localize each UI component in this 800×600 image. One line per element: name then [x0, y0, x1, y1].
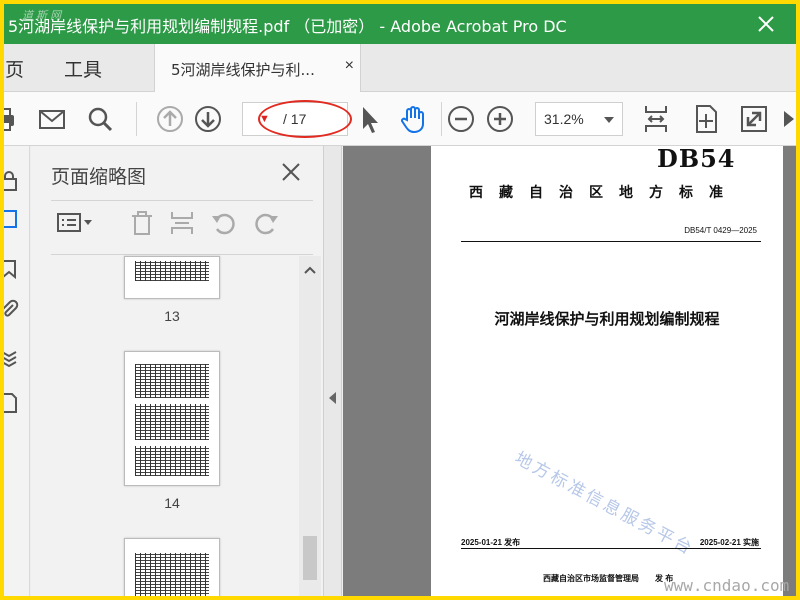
main-toolbar: ▼ / 17 31.2% — [4, 92, 796, 146]
fit-page-icon[interactable] — [640, 103, 672, 135]
thumbnail-scrollbar[interactable] — [299, 256, 321, 596]
page-thumbnail-13[interactable] — [124, 256, 220, 299]
bookmark-icon[interactable] — [4, 258, 20, 280]
previous-page-icon[interactable] — [154, 103, 186, 135]
document-page: DB54 西藏自治区地方标准 DB54/T 0429—2025 河湖岸线保护与利… — [431, 146, 783, 596]
window-title: 5河湖岸线保护与利用规划编制规程.pdf （已加密） - Adobe Acrob… — [8, 17, 567, 36]
tab-close-button[interactable]: × — [345, 57, 354, 75]
attachment-icon[interactable] — [4, 298, 20, 320]
annotation-highlight-oval — [258, 100, 352, 138]
select-cursor-icon[interactable] — [354, 103, 386, 135]
options-menu-icon[interactable] — [55, 208, 95, 238]
fullscreen-icon[interactable] — [738, 103, 770, 135]
rotate-right-icon[interactable] — [251, 208, 281, 238]
collapse-arrow-icon — [329, 392, 336, 404]
acrobat-window: 5河湖岸线保护与利用规划编制规程.pdf （已加密） - Adobe Acrob… — [4, 4, 796, 596]
email-icon[interactable] — [36, 103, 68, 135]
tab-document-label: 5河湖岸线保护与利... — [171, 61, 315, 79]
standard-authority: 西藏自治区地方标准 — [469, 185, 739, 201]
page-thumbnails-panel: 页面缩略图 13 14 — [31, 146, 324, 596]
publisher: 西藏自治区市场监督管理局 发 布 — [543, 574, 674, 583]
implementation-date: 2025-02-21 实施 — [699, 538, 759, 547]
chevron-down-icon — [604, 117, 614, 123]
site-watermark: www.cndao.com — [664, 576, 790, 595]
document-watermark: 地方标准信息服务平台 — [511, 448, 698, 560]
scrollbar-thumb[interactable] — [303, 536, 317, 580]
panel-close-icon[interactable] — [279, 160, 303, 184]
page-thumbnail-14[interactable] — [124, 351, 220, 486]
scroll-up-icon[interactable] — [304, 264, 316, 276]
document-view[interactable]: DB54 西藏自治区地方标准 DB54/T 0429—2025 河湖岸线保护与利… — [343, 146, 796, 596]
print-icon[interactable] — [4, 103, 20, 135]
more-tools-icon[interactable] — [778, 103, 796, 135]
document-icon[interactable] — [4, 392, 20, 414]
page-move-icon[interactable] — [690, 103, 722, 135]
toolbar-divider — [136, 102, 137, 136]
window-close-icon[interactable] — [752, 10, 780, 38]
footer-rule — [461, 548, 761, 549]
hand-tool-icon[interactable] — [397, 103, 429, 135]
panel-collapse-handle[interactable] — [324, 146, 342, 596]
document-title: 河湖岸线保护与利用规划编制规程 — [494, 310, 720, 328]
page-label-13: 13 — [164, 308, 180, 324]
header-rule — [461, 241, 761, 242]
left-nav-rail — [4, 146, 30, 596]
top-watermark: 道 斯 网 — [22, 10, 62, 22]
standard-number: DB54/T 0429—2025 — [684, 226, 757, 235]
zoom-in-icon[interactable] — [484, 103, 516, 135]
next-page-icon[interactable] — [192, 103, 224, 135]
layers-icon[interactable] — [4, 346, 20, 368]
tab-bar: 主页 工具 5河湖岸线保护与利... × — [4, 44, 796, 92]
panel-divider — [51, 200, 313, 201]
page-thumbnail-15[interactable] — [124, 538, 220, 596]
thumbnails-icon[interactable] — [4, 208, 20, 230]
search-icon[interactable] — [84, 103, 116, 135]
panel-divider — [51, 254, 313, 255]
tab-home[interactable]: 主页 — [4, 55, 24, 82]
title-bar: 5河湖岸线保护与利用规划编制规程.pdf （已加密） - Adobe Acrob… — [4, 4, 796, 44]
page-label-14: 14 — [164, 495, 180, 511]
zoom-value: 31.2% — [544, 111, 584, 127]
lock-icon[interactable] — [4, 170, 20, 192]
insert-pages-icon[interactable] — [167, 208, 197, 238]
tab-tools[interactable]: 工具 — [64, 55, 102, 82]
panel-title: 页面缩略图 — [51, 166, 147, 188]
standard-code: DB54 — [657, 146, 736, 173]
toolbar-divider — [441, 102, 442, 136]
delete-icon[interactable] — [127, 208, 157, 238]
rotate-left-icon[interactable] — [209, 208, 239, 238]
zoom-select[interactable]: 31.2% — [535, 102, 623, 136]
issue-date: 2025-01-21 发布 — [461, 538, 521, 547]
zoom-out-icon[interactable] — [445, 103, 477, 135]
tab-document[interactable]: 5河湖岸线保护与利... × — [154, 44, 361, 92]
